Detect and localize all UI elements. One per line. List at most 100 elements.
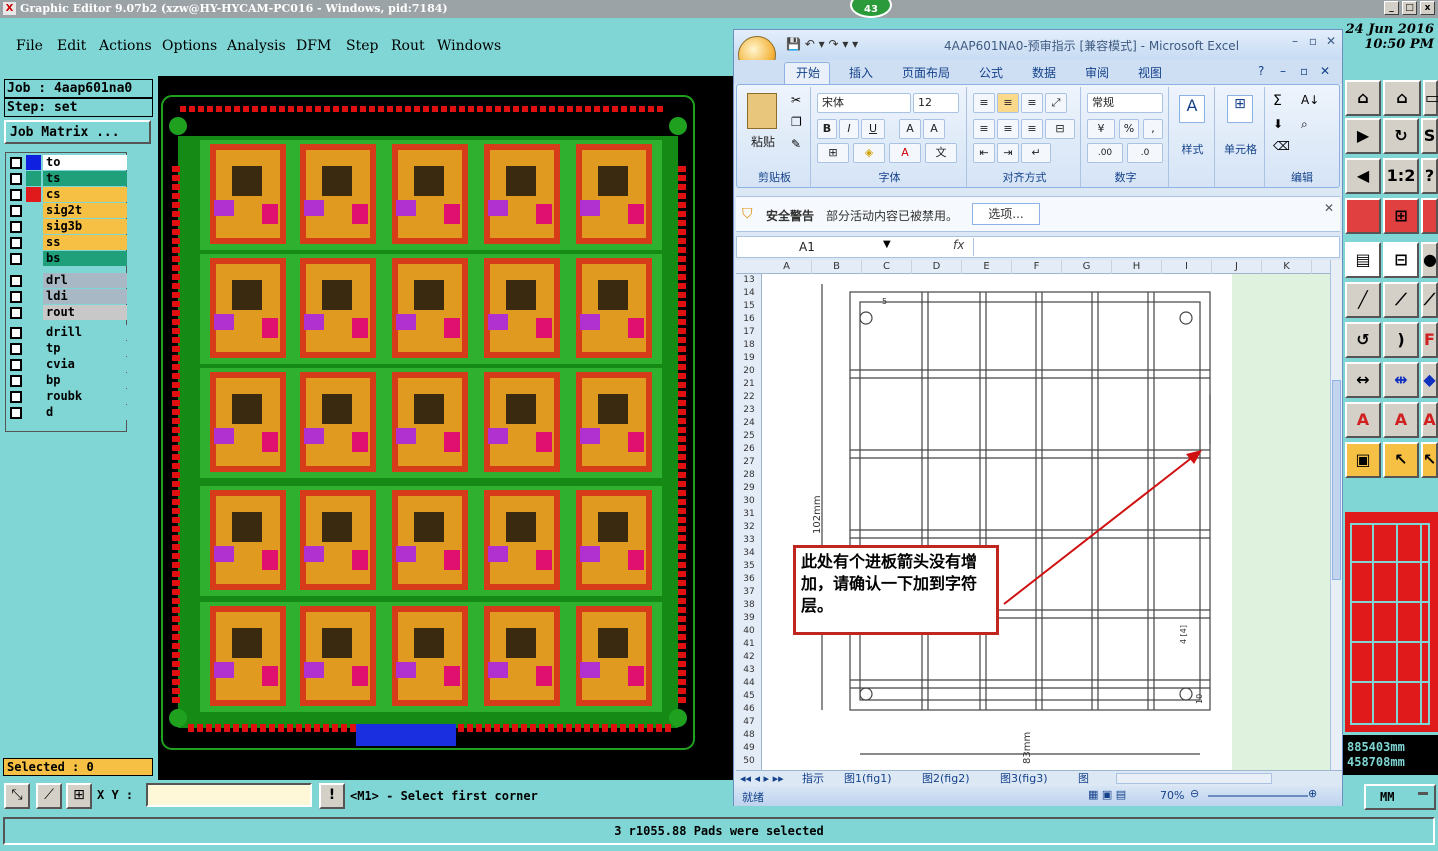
tool-window-icon[interactable]: ▭ <box>1423 80 1438 116</box>
bold-icon[interactable]: B <box>817 119 837 139</box>
layer-checkbox[interactable] <box>10 237 22 249</box>
excel-window[interactable]: 💾 ↶ ▾ ↷ ▾ ▾ 4AAP601NA0-预审指示 [兼容模式] - Mic… <box>733 29 1343 806</box>
layer-name[interactable]: rout <box>43 305 127 320</box>
tool-text2-icon[interactable]: A <box>1421 402 1438 438</box>
minimize-button[interactable]: _ <box>1384 1 1399 15</box>
tab-insert[interactable]: 插入 <box>849 64 873 81</box>
indent-dec-icon[interactable]: ⇤ <box>973 143 995 163</box>
scroll-thumb[interactable] <box>1332 380 1341 580</box>
row-header[interactable]: 40 <box>736 625 762 638</box>
zoom-slider[interactable] <box>1208 795 1308 797</box>
layer-name[interactable]: sig3b <box>43 219 127 234</box>
layer-row-sig2t[interactable]: sig2t <box>10 203 127 218</box>
layer-color-swatch[interactable] <box>26 171 41 186</box>
row-header[interactable]: 34 <box>736 547 762 560</box>
currency-icon[interactable]: ¥ <box>1087 119 1115 139</box>
row-header[interactable]: 21 <box>736 378 762 391</box>
layer-color-swatch[interactable] <box>26 251 41 266</box>
layer-color-swatch[interactable] <box>26 405 41 420</box>
layer-name[interactable]: ss <box>43 235 127 250</box>
column-header[interactable]: C <box>862 260 912 274</box>
column-header[interactable]: F <box>1012 260 1062 274</box>
layer-color-swatch[interactable] <box>26 373 41 388</box>
align-top-icon[interactable]: ≡ <box>973 93 995 113</box>
zoom-window-icon[interactable]: ⟋ <box>36 783 62 809</box>
view-buttons-icon[interactable]: ▦ ▣ ▤ <box>1088 788 1126 801</box>
fx-icon[interactable]: fx <box>953 238 964 252</box>
font-size-select[interactable]: 12 <box>913 93 959 113</box>
autosum-icon[interactable]: Σ <box>1273 93 1282 109</box>
row-header[interactable]: 24 <box>736 417 762 430</box>
tab-data[interactable]: 数据 <box>1032 64 1056 81</box>
layer-color-swatch[interactable] <box>26 289 41 304</box>
tool-connect-icon[interactable]: ⟋ <box>1383 282 1419 318</box>
tool-pointer-icon[interactable]: ↖ <box>1383 442 1419 478</box>
copy-icon[interactable]: ❐ <box>791 115 802 129</box>
layer-checkbox[interactable] <box>10 275 22 287</box>
row-header[interactable]: 28 <box>736 469 762 482</box>
alert-button[interactable]: ! <box>319 783 345 809</box>
row-header[interactable]: 36 <box>736 573 762 586</box>
layer-name[interactable]: ts <box>43 171 127 186</box>
layer-checkbox[interactable] <box>10 291 22 303</box>
row-header[interactable]: 32 <box>736 521 762 534</box>
menu-windows[interactable]: Windows <box>437 38 501 54</box>
tool-help-icon[interactable]: ? <box>1421 158 1438 194</box>
font-name-select[interactable]: 宋体 <box>817 93 911 113</box>
indent-inc-icon[interactable]: ⇥ <box>997 143 1019 163</box>
tool-shapes-icon[interactable]: ◆ <box>1421 362 1438 398</box>
layer-row-to[interactable]: to <box>10 155 127 170</box>
shrink-font-icon[interactable]: A <box>923 119 945 139</box>
grid-icon[interactable]: ⊞ <box>66 783 92 809</box>
merge-icon[interactable]: ⊟ <box>1045 119 1075 139</box>
tool-dot-icon[interactable]: ● <box>1421 242 1438 278</box>
zoom-out-icon[interactable]: ⊖ <box>1190 787 1199 800</box>
security-close-icon[interactable]: ✕ <box>1324 201 1334 215</box>
tab-review[interactable]: 审阅 <box>1085 64 1109 81</box>
tool-line-icon[interactable]: ╱ <box>1345 282 1381 318</box>
layer-color-swatch[interactable] <box>26 235 41 250</box>
tool-home-icon[interactable]: ⌂ <box>1345 80 1381 116</box>
format-painter-icon[interactable]: ✎ <box>791 137 801 151</box>
menu-rout[interactable]: Rout <box>391 38 425 54</box>
percent-icon[interactable]: % <box>1119 119 1139 139</box>
ribbon-close-icon[interactable]: ✕ <box>1320 64 1330 78</box>
layer-row-drl[interactable]: drl <box>10 273 127 288</box>
layer-name[interactable]: drl <box>43 273 127 288</box>
tool-arrow-icon[interactable]: ▶ <box>1345 118 1381 154</box>
phonetic-icon[interactable]: 文 <box>925 143 957 163</box>
layer-name[interactable]: cvia <box>43 357 127 372</box>
row-header[interactable]: 49 <box>736 742 762 755</box>
quick-access-toolbar[interactable]: 💾 ↶ ▾ ↷ ▾ ▾ <box>786 37 858 51</box>
increase-decimal-icon[interactable]: .00 <box>1087 143 1123 163</box>
tool-red-icon[interactable] <box>1345 198 1381 234</box>
vertical-scrollbar[interactable] <box>1330 260 1342 770</box>
help-icon[interactable]: ? <box>1258 64 1264 78</box>
layer-checkbox[interactable] <box>10 205 22 217</box>
tool-home2-icon[interactable]: ⌂ <box>1383 80 1421 116</box>
menu-step[interactable]: Step <box>346 38 378 54</box>
wrap-icon[interactable]: ↵ <box>1021 143 1051 163</box>
row-header[interactable]: 15 <box>736 300 762 313</box>
row-header[interactable]: 29 <box>736 482 762 495</box>
layer-name[interactable]: bp <box>43 373 127 388</box>
tab-formulas[interactable]: 公式 <box>979 64 1003 81</box>
tool-connect2-icon[interactable]: ⟋ <box>1421 282 1438 318</box>
tool-layer-icon[interactable]: ⊞ <box>1383 198 1419 234</box>
layer-checkbox[interactable] <box>10 343 22 355</box>
maximize-button[interactable]: □ <box>1402 1 1417 15</box>
layer-color-swatch[interactable] <box>26 187 41 202</box>
layer-color-swatch[interactable] <box>26 203 41 218</box>
sheet-tab-5[interactable]: 图 <box>1078 772 1089 786</box>
layer-row-bp[interactable]: bp <box>10 373 127 388</box>
menu-dfm[interactable]: DFM <box>296 38 331 54</box>
column-header[interactable]: D <box>912 260 962 274</box>
tool-arc-icon[interactable]: ↺ <box>1345 322 1381 358</box>
row-header[interactable]: 45 <box>736 690 762 703</box>
find-icon[interactable]: ⌕ <box>1301 117 1308 132</box>
column-header[interactable]: A <box>762 260 812 274</box>
row-header[interactable]: 35 <box>736 560 762 573</box>
layer-color-swatch[interactable] <box>26 219 41 234</box>
layer-checkbox[interactable] <box>10 375 22 387</box>
job-matrix-button[interactable]: Job Matrix ... <box>4 120 151 144</box>
